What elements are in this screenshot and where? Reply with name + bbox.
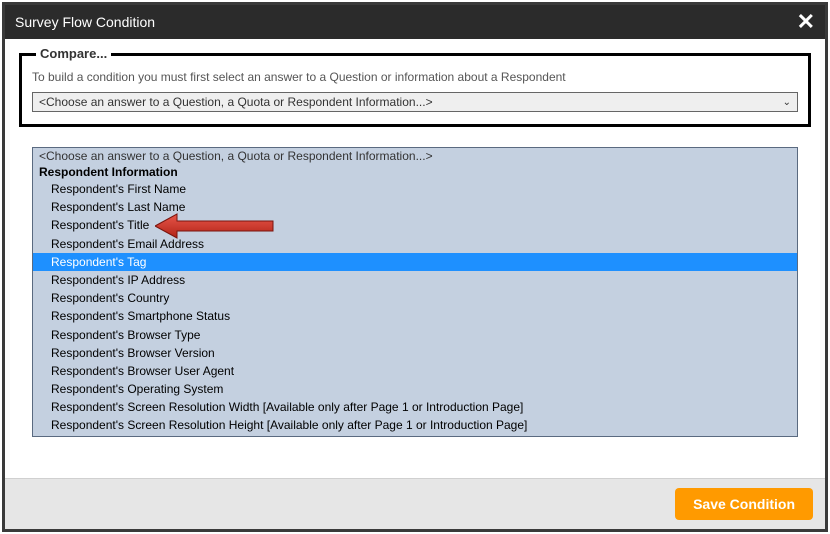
dropdown-item[interactable]: Respondent's Operating System bbox=[33, 380, 797, 398]
dropdown-item[interactable]: Respondent's Browser Type bbox=[33, 326, 797, 344]
content-area: Compare... To build a condition you must… bbox=[5, 39, 825, 478]
dialog-footer: Save Condition bbox=[5, 478, 825, 529]
compare-fieldset: Compare... To build a condition you must… bbox=[19, 53, 811, 127]
dropdown-item[interactable]: Respondent's Screen Resolution Height [A… bbox=[33, 416, 797, 434]
dropdown-placeholder[interactable]: <Choose an answer to a Question, a Quota… bbox=[33, 148, 797, 164]
dropdown-item[interactable]: Respondent's Last Name bbox=[33, 198, 797, 216]
dialog-title: Survey Flow Condition bbox=[15, 14, 155, 30]
dropdown-item[interactable]: Respondent's Screen Resolution Width [Av… bbox=[33, 398, 797, 416]
dropdown-item[interactable]: Respondent's Browser User Agent bbox=[33, 362, 797, 380]
dropdown-group-header: Respondent Information bbox=[33, 164, 797, 180]
titlebar: Survey Flow Condition ✕ bbox=[5, 5, 825, 39]
dropdown-item[interactable]: Respondent's Title bbox=[33, 216, 797, 234]
fieldset-description: To build a condition you must first sele… bbox=[32, 70, 798, 84]
dropdown-item[interactable]: Respondent's Browser Version bbox=[33, 344, 797, 362]
dropdown-item[interactable]: Respondent's Country bbox=[33, 289, 797, 307]
condition-select[interactable]: <Choose an answer to a Question, a Quota… bbox=[32, 92, 798, 112]
condition-dropdown[interactable]: <Choose an answer to a Question, a Quota… bbox=[32, 147, 798, 437]
dropdown-item[interactable]: Respondent's Smartphone Status bbox=[33, 307, 797, 325]
select-value: <Choose an answer to a Question, a Quota… bbox=[39, 95, 433, 109]
chevron-down-icon: ⌄ bbox=[783, 97, 791, 108]
dropdown-item[interactable]: Respondent's A/B Testing Random Number (… bbox=[33, 435, 797, 437]
dropdown-item[interactable]: Respondent's Email Address bbox=[33, 235, 797, 253]
modal-dialog: Survey Flow Condition ✕ Compare... To bu… bbox=[2, 2, 828, 532]
close-icon[interactable]: ✕ bbox=[797, 11, 815, 33]
dropdown-item[interactable]: Respondent's First Name bbox=[33, 180, 797, 198]
save-condition-button[interactable]: Save Condition bbox=[675, 488, 813, 520]
dropdown-item[interactable]: Respondent's Tag bbox=[33, 253, 797, 271]
fieldset-legend: Compare... bbox=[36, 46, 111, 61]
dropdown-item[interactable]: Respondent's IP Address bbox=[33, 271, 797, 289]
